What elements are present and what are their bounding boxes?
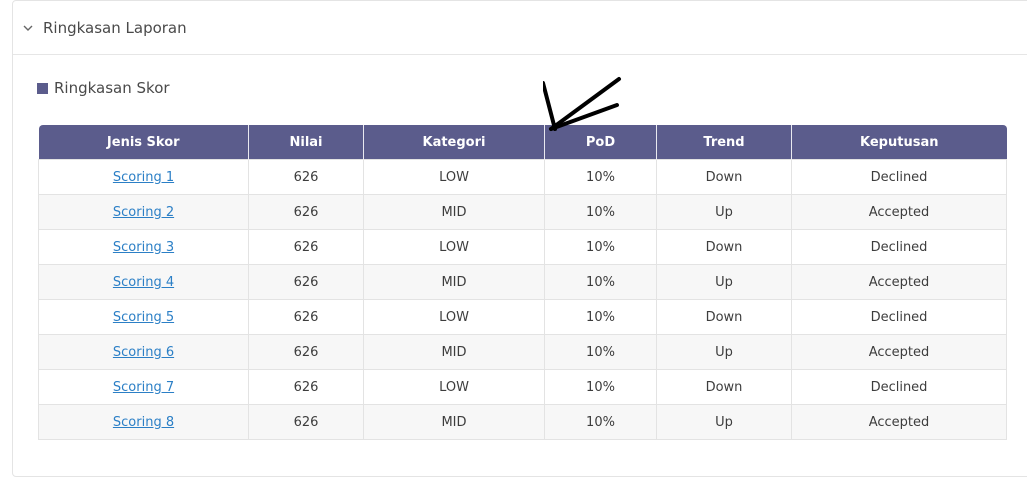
header-keputusan: Keputusan — [791, 125, 1007, 160]
cell-trend: Up — [656, 264, 792, 300]
cell-nilai: 626 — [248, 159, 364, 195]
cell-pod: 10% — [544, 229, 657, 265]
cell-nilai: 626 — [248, 369, 364, 405]
cell-kategori: LOW — [363, 229, 545, 265]
cell-pod: 10% — [544, 194, 657, 230]
table-row: Scoring 8 626 MID 10% Up Accepted — [38, 404, 1007, 440]
cell-nilai: 626 — [248, 334, 364, 370]
cell-trend: Up — [656, 334, 792, 370]
scoring-link[interactable]: Scoring 6 — [113, 345, 174, 360]
cell-trend: Down — [656, 229, 792, 265]
cell-kategori: MID — [363, 334, 545, 370]
scoring-link[interactable]: Scoring 2 — [113, 205, 174, 220]
cell-jenis: Scoring 7 — [38, 369, 249, 405]
cell-pod: 10% — [544, 404, 657, 440]
panel-title: Ringkasan Laporan — [43, 18, 187, 37]
cell-jenis: Scoring 6 — [38, 334, 249, 370]
table-row: Scoring 5 626 LOW 10% Down Declined — [38, 299, 1007, 335]
cell-trend: Down — [656, 369, 792, 405]
cell-kategori: MID — [363, 404, 545, 440]
cell-nilai: 626 — [248, 229, 364, 265]
cell-keputusan: Declined — [791, 229, 1007, 265]
cell-keputusan: Accepted — [791, 264, 1007, 300]
table-row: Scoring 6 626 MID 10% Up Accepted — [38, 334, 1007, 370]
cell-kategori: LOW — [363, 369, 545, 405]
scoring-link[interactable]: Scoring 7 — [113, 380, 174, 395]
annotation-arrow-icon — [543, 77, 621, 131]
cell-jenis: Scoring 2 — [38, 194, 249, 230]
cell-trend: Up — [656, 404, 792, 440]
cell-trend: Down — [656, 299, 792, 335]
cell-kategori: LOW — [363, 159, 545, 195]
cell-nilai: 626 — [248, 194, 364, 230]
cell-pod: 10% — [544, 334, 657, 370]
cell-nilai: 626 — [248, 299, 364, 335]
scoring-link[interactable]: Scoring 5 — [113, 310, 174, 325]
section-title: Ringkasan Skor — [37, 79, 170, 97]
cell-pod: 10% — [544, 369, 657, 405]
cell-kategori: LOW — [363, 299, 545, 335]
cell-jenis: Scoring 4 — [38, 264, 249, 300]
cell-keputusan: Declined — [791, 299, 1007, 335]
cell-keputusan: Declined — [791, 159, 1007, 195]
report-summary-panel: Ringkasan Laporan Ringkasan Skor Jenis S… — [12, 0, 1027, 477]
panel-header[interactable]: Ringkasan Laporan — [13, 1, 1027, 55]
cell-kategori: MID — [363, 194, 545, 230]
scoring-link[interactable]: Scoring 8 — [113, 415, 174, 430]
cell-nilai: 626 — [248, 264, 364, 300]
cell-pod: 10% — [544, 299, 657, 335]
header-kategori: Kategori — [363, 125, 545, 160]
chevron-down-icon[interactable] — [21, 21, 35, 35]
score-summary-table: Jenis Skor Nilai Kategori PoD Trend Kepu… — [38, 125, 1007, 440]
header-nilai: Nilai — [248, 125, 364, 160]
cell-jenis: Scoring 8 — [38, 404, 249, 440]
cell-kategori: MID — [363, 264, 545, 300]
cell-jenis: Scoring 1 — [38, 159, 249, 195]
cell-nilai: 626 — [248, 404, 364, 440]
cell-keputusan: Accepted — [791, 194, 1007, 230]
cell-pod: 10% — [544, 264, 657, 300]
table-row: Scoring 2 626 MID 10% Up Accepted — [38, 194, 1007, 230]
scoring-link[interactable]: Scoring 1 — [113, 170, 174, 185]
cell-trend: Up — [656, 194, 792, 230]
cell-trend: Down — [656, 159, 792, 195]
cell-jenis: Scoring 5 — [38, 299, 249, 335]
cell-keputusan: Accepted — [791, 404, 1007, 440]
header-trend: Trend — [656, 125, 792, 160]
scoring-link[interactable]: Scoring 4 — [113, 275, 174, 290]
cell-keputusan: Declined — [791, 369, 1007, 405]
cell-keputusan: Accepted — [791, 334, 1007, 370]
table-row: Scoring 7 626 LOW 10% Down Declined — [38, 369, 1007, 405]
scoring-link[interactable]: Scoring 3 — [113, 240, 174, 255]
cell-pod: 10% — [544, 159, 657, 195]
cell-jenis: Scoring 3 — [38, 229, 249, 265]
section-title-label: Ringkasan Skor — [54, 79, 170, 97]
section-marker-icon — [37, 82, 48, 94]
table-row: Scoring 1 626 LOW 10% Down Declined — [38, 159, 1007, 195]
table-row: Scoring 3 626 LOW 10% Down Declined — [38, 229, 1007, 265]
table-header-row: Jenis Skor Nilai Kategori PoD Trend Kepu… — [38, 125, 1007, 160]
table-row: Scoring 4 626 MID 10% Up Accepted — [38, 264, 1007, 300]
header-jenis-skor: Jenis Skor — [38, 125, 249, 160]
